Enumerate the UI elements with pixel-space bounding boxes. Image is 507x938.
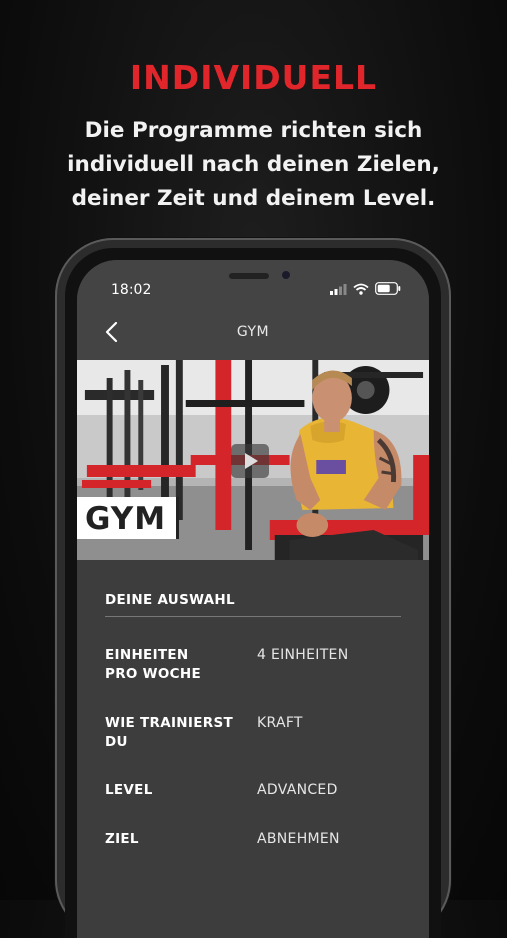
signal-icon [330,283,347,295]
play-icon[interactable] [231,444,269,478]
divider [105,616,401,617]
nav-title: GYM [236,324,270,340]
detail-label-line: EINHEITEN [105,647,189,663]
promo-subline: Die Programme richten sich individuell n… [30,114,477,216]
section-title: DEINE AUSWAHL [105,592,235,608]
status-icons [329,282,401,295]
detail-label: WIE TRAINIERST DU [105,714,245,752]
promo-subline-line: Die Programme richten sich [84,118,423,143]
front-camera [282,271,290,279]
top-nav-bar: GYM [77,304,429,360]
detail-label: LEVEL [105,781,245,800]
status-time: 18:02 [111,282,152,298]
detail-value: ABNEHMEN [257,831,340,847]
detail-value: ADVANCED [257,782,338,798]
status-bar: 18:02 [77,260,429,304]
detail-label: EINHEITEN PRO WOCHE [105,646,245,684]
detail-label-line: WIE TRAINIERST [105,715,233,731]
app-screen: 18:02 GYM GYM DEINE AUSWAHL EINHEITEN PR… [77,260,429,938]
detail-label-line: LEVEL [105,782,153,798]
detail-label-line: ZIEL [105,831,139,847]
detail-label: ZIEL [105,830,245,849]
selection-details: DEINE AUSWAHL EINHEITEN PRO WOCHE 4 EINH… [77,560,429,938]
phone-frame: 18:02 GYM GYM DEINE AUSWAHL EINHEITEN PR… [55,238,451,938]
speaker-grille [229,273,269,279]
detail-label-line: PRO WOCHE [105,666,201,682]
phone-bezel: 18:02 GYM GYM DEINE AUSWAHL EINHEITEN PR… [65,248,441,938]
detail-label-line: DU [105,734,128,750]
detail-value: 4 EINHEITEN [257,647,349,663]
promo-subline-line: individuell nach deinen Zielen, [67,152,440,177]
wifi-icon [353,283,369,295]
promo-headline: INDIVIDUELL [129,58,378,97]
battery-icon [375,282,401,295]
detail-value: KRAFT [257,715,303,731]
hero-image[interactable]: GYM [77,360,429,560]
promo-subline-line: deiner Zeit und deinem Level. [71,186,436,211]
hero-overlay-label: GYM [77,497,180,539]
